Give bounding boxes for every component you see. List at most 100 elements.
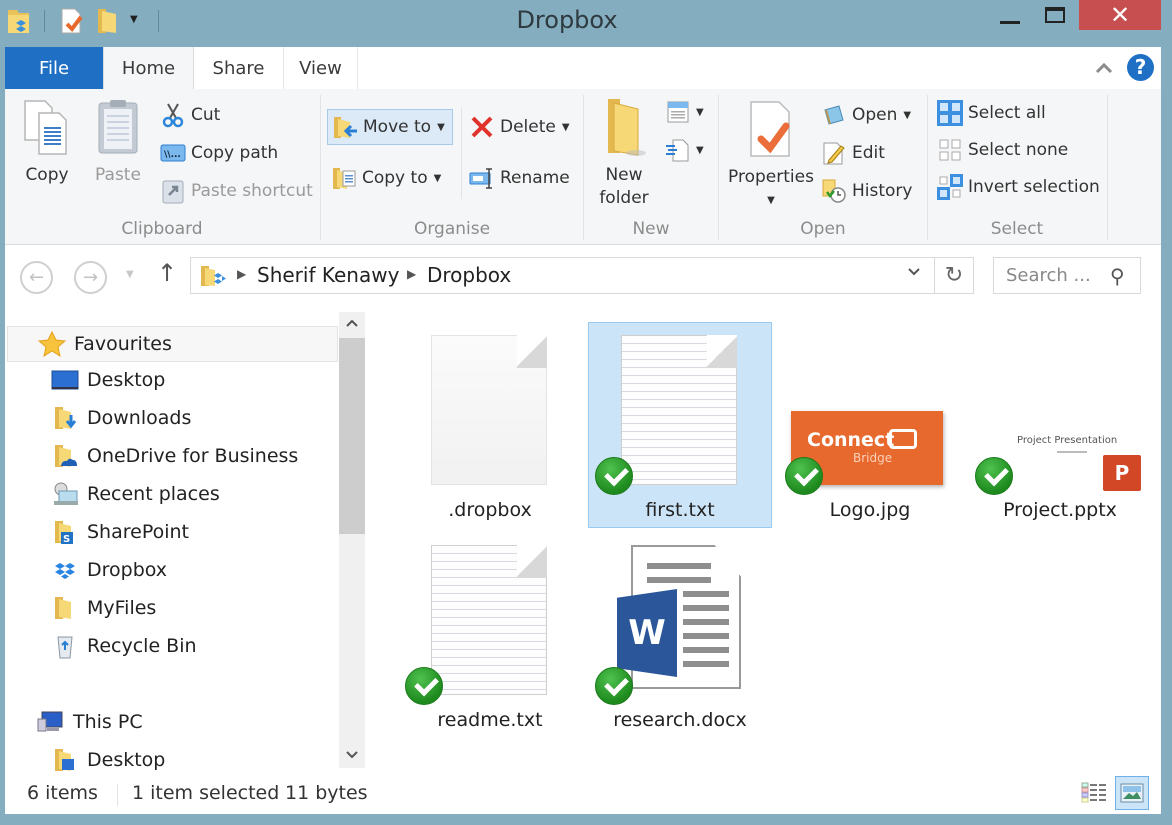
file-item[interactable]: Connect Bridge Logo.jpg	[778, 322, 962, 528]
sync-check-icon	[975, 457, 1013, 495]
file-item[interactable]: Project Presentation P Project.pptx	[968, 322, 1152, 528]
tree-item-label: Favourites	[74, 333, 172, 355]
search-icon[interactable]: ⚲	[1110, 264, 1125, 288]
copy-label: Copy	[25, 165, 69, 185]
dropbox-folder-icon	[201, 266, 226, 286]
address-bar[interactable]: ▶ Sherif Kenawy ▶ Dropbox	[190, 257, 935, 294]
arrow-right-icon: →	[82, 267, 99, 288]
desktop-icon	[51, 367, 79, 393]
tree-item-desktop[interactable]: Desktop	[5, 362, 338, 398]
app-letter: P	[1114, 461, 1130, 485]
svg-text:\\...: \\...	[164, 150, 181, 160]
breadcrumb-sherif-kenawy[interactable]: Sherif Kenawy	[257, 263, 399, 287]
edit-icon	[821, 140, 847, 166]
address-history-dropdown[interactable]	[906, 264, 922, 284]
tree-item-sharepoint[interactable]: S SharePoint	[5, 514, 338, 550]
search-input[interactable]	[994, 258, 1104, 293]
selection-size: 11 bytes	[285, 782, 368, 804]
rename-label: Rename	[500, 168, 570, 188]
document-line	[683, 647, 729, 653]
search-box: ⚲	[993, 257, 1141, 294]
breadcrumb-separator-icon[interactable]: ▶	[237, 267, 246, 281]
edit-button[interactable]: Edit	[821, 138, 885, 168]
file-item[interactable]: .dropbox	[398, 322, 582, 528]
copy-to-icon	[331, 165, 357, 191]
copy-button[interactable]: Copy	[15, 97, 79, 187]
invert-selection-label: Invert selection	[968, 177, 1100, 197]
file-item[interactable]: readme.txt	[398, 532, 582, 738]
copy-path-label: Copy path	[191, 143, 279, 163]
tree-item-myfiles[interactable]: MyFiles	[5, 590, 338, 626]
close-button[interactable]: ✕	[1079, 0, 1161, 30]
recent-locations-dropdown[interactable]: ▼	[126, 269, 134, 280]
maximize-button[interactable]	[1035, 0, 1075, 30]
minimize-button[interactable]	[990, 0, 1030, 30]
tree-item-dropbox[interactable]: Dropbox	[5, 552, 338, 588]
up-button[interactable]: ↑	[157, 259, 177, 287]
properties-button[interactable]: Properties ▼	[725, 99, 817, 212]
forward-button[interactable]: →	[74, 261, 107, 294]
new-item-button[interactable]: ▼	[665, 97, 704, 127]
breadcrumb-dropbox[interactable]: Dropbox	[427, 263, 511, 287]
file-item[interactable]: W research.docx	[588, 532, 772, 738]
open-icon	[821, 102, 847, 128]
open-group-label: Open	[800, 219, 846, 239]
easy-access-button[interactable]: ▼	[665, 135, 704, 165]
rename-button[interactable]: Rename	[469, 163, 570, 193]
tab-view[interactable]: View	[284, 47, 358, 89]
tab-share[interactable]: Share	[194, 47, 284, 89]
collapse-ribbon-button[interactable]	[1093, 57, 1115, 79]
back-button[interactable]: ←	[20, 261, 53, 294]
status-separator	[117, 784, 118, 806]
tab-file[interactable]: File	[5, 47, 103, 89]
sharepoint-folder-icon: S	[51, 519, 79, 545]
history-button[interactable]: History	[821, 176, 912, 206]
open-button[interactable]: Open ▼	[821, 100, 911, 130]
select-none-button[interactable]: Select none	[937, 135, 1068, 165]
select-all-button[interactable]: Select all	[937, 98, 1046, 128]
tree-item-label: OneDrive for Business	[87, 445, 299, 467]
open-label: Open	[852, 105, 898, 125]
move-to-button[interactable]: Move to ▼	[327, 109, 453, 145]
scroll-down-button[interactable]	[339, 744, 365, 770]
title-bar: ▼ Dropbox ✕	[0, 0, 1172, 46]
scrollbar-thumb[interactable]	[339, 338, 365, 534]
delete-button[interactable]: Delete ▼	[469, 112, 570, 142]
chevron-down-icon	[908, 268, 920, 276]
help-button[interactable]: ?	[1127, 54, 1154, 81]
scroll-up-button[interactable]	[339, 312, 365, 338]
onedrive-folder-icon	[51, 443, 79, 469]
paste-button[interactable]: Paste	[87, 97, 149, 187]
sync-check-icon	[785, 457, 823, 495]
tree-item-onedrive-for-business[interactable]: OneDrive for Business	[5, 438, 338, 474]
file-item[interactable]: first.txt	[588, 322, 772, 528]
new-folder-label-line1: New	[605, 165, 643, 185]
tree-item-label: Downloads	[87, 407, 192, 429]
tree-item-recycle-bin[interactable]: Recycle Bin	[5, 628, 338, 664]
cut-button[interactable]: Cut	[160, 100, 220, 130]
copy-to-button[interactable]: Copy to ▼	[331, 163, 441, 193]
tab-home[interactable]: Home	[103, 47, 194, 89]
navigation-pane: Favourites Desktop Downloads OneDrive fo…	[5, 310, 338, 772]
downloads-folder-icon	[51, 405, 79, 431]
details-view-button[interactable]	[1077, 776, 1111, 810]
select-none-label: Select none	[968, 140, 1069, 160]
select-group-label: Select	[990, 219, 1044, 239]
chevron-down-icon: ▼	[696, 144, 704, 156]
tree-item-favourites[interactable]: Favourites	[7, 326, 338, 362]
document-line	[683, 633, 729, 639]
paste-shortcut-button[interactable]: Paste shortcut	[160, 176, 313, 206]
large-icons-view-button[interactable]	[1115, 776, 1149, 810]
tree-item-recent-places[interactable]: Recent places	[5, 476, 338, 512]
word-icon: W	[617, 589, 677, 677]
tree-item-this-pc[interactable]: This PC	[5, 704, 338, 740]
refresh-button[interactable]: ↻	[935, 257, 974, 294]
tree-item-this-pc-desktop[interactable]: Desktop	[5, 742, 338, 772]
invert-selection-button[interactable]: Invert selection	[937, 172, 1100, 202]
tree-item-downloads[interactable]: Downloads	[5, 400, 338, 436]
navigation-pane-scrollbar[interactable]	[338, 310, 366, 772]
breadcrumb-separator-icon[interactable]: ▶	[407, 267, 416, 281]
select-all-label: Select all	[968, 103, 1046, 123]
copy-path-button[interactable]: \\... Copy path	[160, 138, 278, 168]
new-folder-button[interactable]: New folder	[591, 95, 657, 210]
